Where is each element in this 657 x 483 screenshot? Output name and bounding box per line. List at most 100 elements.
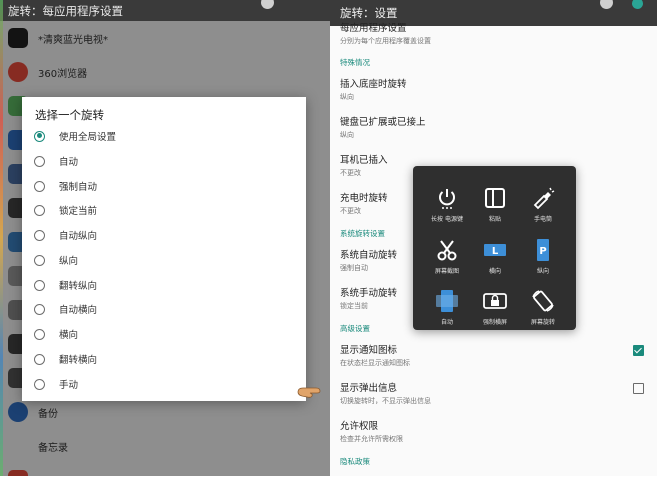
- option-use-global[interactable]: 使用全局设置: [34, 124, 294, 148]
- setting-title: 系统手动旋转: [340, 288, 398, 299]
- setting-per-app[interactable]: 每应用程序设置 分别为每个应用程序覆盖设置: [340, 20, 431, 46]
- option-manual[interactable]: 手动: [34, 372, 294, 396]
- tile-power[interactable]: 长按 电源键: [420, 172, 474, 224]
- setting-subtitle: 纵向: [340, 93, 354, 101]
- radio-icon[interactable]: [34, 279, 45, 291]
- setting-title: 插入底座时旋转: [340, 79, 407, 90]
- option-reverse-landscape[interactable]: 翻转横向: [34, 347, 294, 371]
- rotation-choice-dialog: 选择一个旋转 使用全局设置 自动 强制自动 锁定当前 自动纵向 纵向 翻转纵向 …: [22, 97, 306, 401]
- setting-subtitle: 在状态栏显示通知图标: [340, 359, 410, 367]
- option-label: 翻转横向: [59, 355, 98, 366]
- setting-title: 系统自动旋转: [340, 250, 398, 261]
- portrait-icon: P: [530, 238, 556, 262]
- setting-notify-icon[interactable]: 显示通知图标 在状态栏显示通知图标: [340, 342, 410, 368]
- tile-label: 粘贴: [488, 216, 501, 223]
- tile-label: 自动: [440, 319, 453, 326]
- option-label: 横向: [59, 330, 79, 341]
- status-dot-icon: [261, 0, 274, 9]
- radio-icon[interactable]: [34, 155, 45, 167]
- option-label: 翻转纵向: [59, 281, 98, 292]
- option-label: 纵向: [59, 256, 79, 267]
- radio-icon[interactable]: [34, 303, 45, 315]
- landscape-glyph: L: [492, 246, 499, 257]
- popup-checkbox[interactable]: [633, 383, 644, 394]
- setting-popup-info[interactable]: 显示弹出信息 切换旋转时，不显示弹出信息: [340, 380, 431, 406]
- option-portrait[interactable]: 纵向: [34, 248, 294, 272]
- portrait-glyph: P: [539, 246, 546, 257]
- option-label: 自动横向: [59, 305, 98, 316]
- option-landscape[interactable]: 横向: [34, 322, 294, 346]
- setting-headset[interactable]: 耳机已插入 不更改: [340, 152, 388, 178]
- flashlight-icon: [530, 186, 556, 210]
- setting-title: 键盘已扩展或已接上: [340, 117, 426, 128]
- status-dot-icon: [632, 0, 643, 9]
- quick-toggle-popup: 长按 电源键 粘贴 手电筒 屏幕截图 L 横向 P 纵向 自动 强制横屏 屏幕旋…: [413, 166, 576, 330]
- option-lock-current[interactable]: 锁定当前: [34, 198, 294, 222]
- tile-landscape[interactable]: L 横向: [468, 224, 522, 276]
- setting-dock[interactable]: 插入底座时旋转 纵向: [340, 76, 407, 102]
- section-system: 系统旋转设置: [340, 229, 385, 238]
- tile-paste[interactable]: 粘贴: [468, 172, 522, 224]
- radio-selected-icon[interactable]: [34, 130, 45, 142]
- setting-title: 显示弹出信息: [340, 383, 398, 394]
- option-auto-landscape[interactable]: 自动横向: [34, 297, 294, 321]
- setting-subtitle: 锁定当前: [340, 302, 368, 310]
- tile-force-landscape[interactable]: 强制横屏: [468, 275, 522, 327]
- left-title: 旋转：每应用程序设置: [8, 4, 123, 18]
- setting-title: 耳机已插入: [340, 155, 388, 166]
- left-app-bar: 旋转：每应用程序设置: [0, 0, 330, 21]
- setting-permission[interactable]: 允许权限 检查并允许所需权限: [340, 418, 403, 444]
- option-force-auto[interactable]: 强制自动: [34, 174, 294, 198]
- setting-subtitle: 不更改: [340, 169, 361, 177]
- setting-subtitle: 切换旋转时，不显示弹出信息: [340, 397, 431, 405]
- setting-charging[interactable]: 充电时旋转 不更改: [340, 190, 388, 216]
- tile-flashlight[interactable]: 手电筒: [516, 172, 570, 224]
- setting-title: 每应用程序设置: [340, 23, 407, 34]
- setting-title: 显示通知图标: [340, 345, 398, 356]
- tile-label: 屏幕旋转: [530, 319, 555, 326]
- option-label: 锁定当前: [59, 206, 98, 217]
- notify-checkbox[interactable]: [633, 345, 644, 356]
- status-dot-icon: [600, 0, 613, 9]
- setting-system-auto[interactable]: 系统自动旋转 强制自动: [340, 247, 397, 273]
- section-privacy: 隐私政策: [340, 457, 370, 466]
- lock-landscape-icon: [482, 289, 508, 313]
- screen-rotate-icon: [530, 289, 556, 313]
- setting-subtitle: 分别为每个应用程序覆盖设置: [340, 37, 431, 45]
- section-advanced: 高级设置: [340, 324, 370, 333]
- split-panel-icon: [482, 186, 508, 210]
- setting-system-manual[interactable]: 系统手动旋转 锁定当前: [340, 285, 397, 311]
- radio-icon[interactable]: [34, 254, 45, 266]
- tile-label: 手电筒: [533, 216, 552, 223]
- power-icon: [434, 186, 460, 210]
- scissors-icon: [434, 238, 460, 262]
- setting-subtitle: 不更改: [340, 207, 361, 215]
- option-reverse-portrait[interactable]: 翻转纵向: [34, 273, 294, 297]
- tile-portrait[interactable]: P 纵向: [516, 224, 570, 276]
- radio-icon[interactable]: [34, 328, 45, 340]
- tile-label: 横向: [488, 268, 501, 275]
- option-auto-portrait[interactable]: 自动纵向: [34, 223, 294, 247]
- right-title: 旋转：设置: [340, 6, 398, 20]
- setting-subtitle: 强制自动: [340, 264, 368, 272]
- option-label: 手动: [59, 380, 79, 391]
- bottom-margin: [0, 476, 657, 483]
- option-auto[interactable]: 自动: [34, 149, 294, 173]
- radio-icon[interactable]: [34, 180, 45, 192]
- radio-icon[interactable]: [34, 353, 45, 365]
- auto-rotate-icon: [434, 289, 460, 313]
- radio-icon[interactable]: [34, 229, 45, 241]
- radio-icon[interactable]: [34, 204, 45, 216]
- option-label: 自动纵向: [59, 231, 98, 242]
- radio-icon[interactable]: [34, 378, 45, 390]
- tile-screen-rotate[interactable]: 屏幕旋转: [516, 275, 570, 327]
- option-label: 使用全局设置: [59, 132, 117, 143]
- setting-subtitle: 检查并允许所需权限: [340, 435, 403, 443]
- edge-strip: [0, 0, 3, 476]
- tile-screenshot[interactable]: 屏幕截图: [420, 224, 474, 276]
- tile-auto[interactable]: 自动: [420, 275, 474, 327]
- setting-title: 允许权限: [340, 421, 379, 432]
- setting-keyboard[interactable]: 键盘已扩展或已接上 纵向: [340, 114, 426, 140]
- landscape-icon: L: [482, 238, 508, 262]
- setting-subtitle: 纵向: [340, 131, 354, 139]
